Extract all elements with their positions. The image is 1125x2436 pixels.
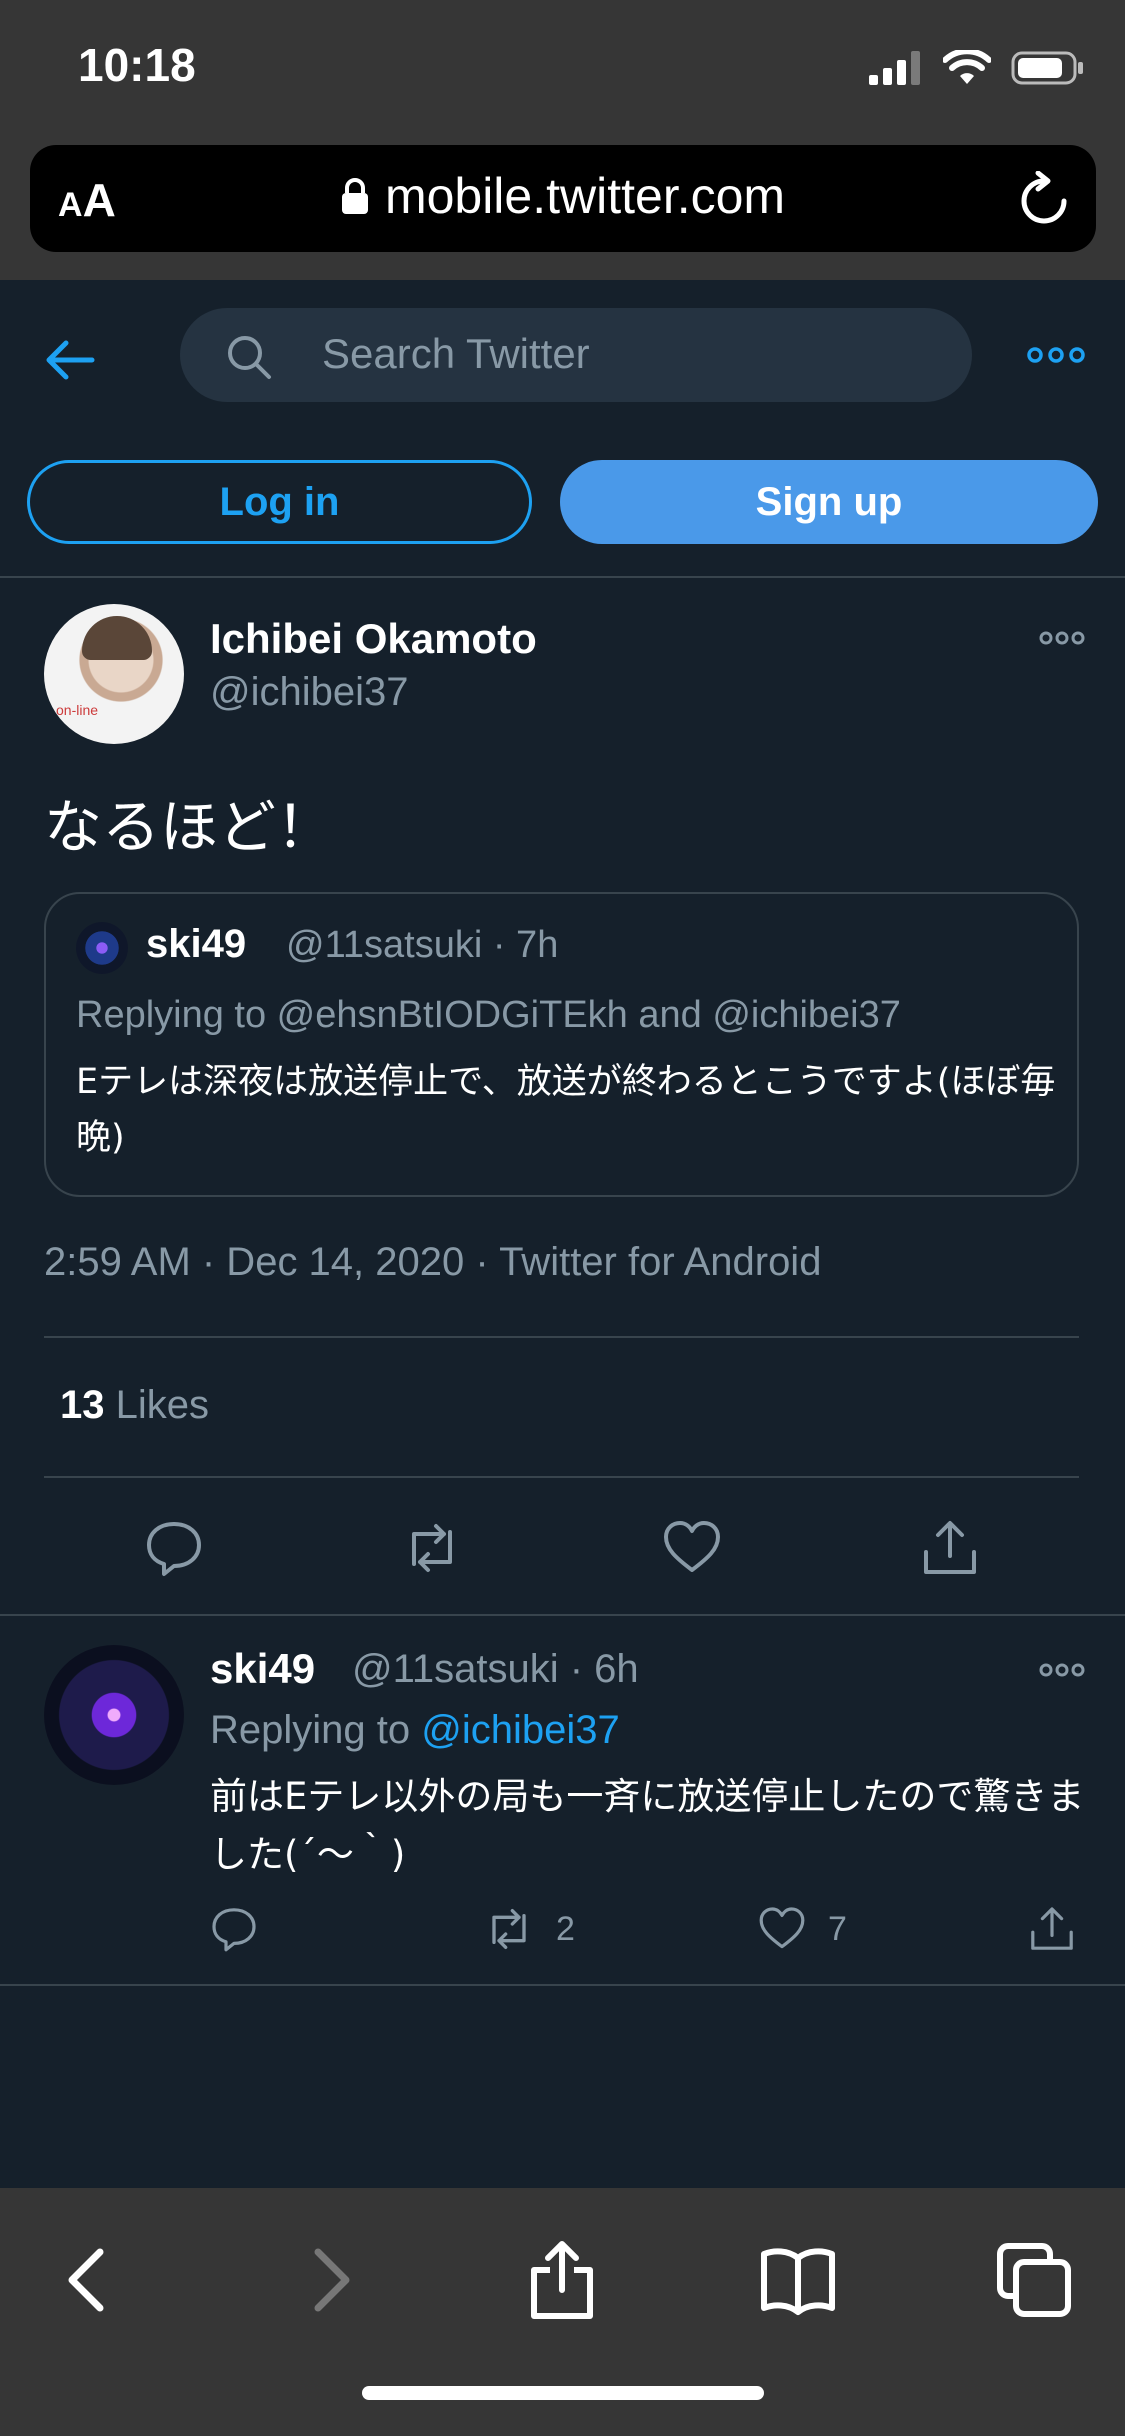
browser-forward-icon[interactable] — [290, 2240, 370, 2320]
log-in-button[interactable]: Log in — [27, 460, 532, 544]
replying-to-prefix: Replying to — [210, 1708, 411, 1752]
reply-retweet-button[interactable]: 2 — [484, 1903, 575, 1955]
sign-up-button[interactable]: Sign up — [560, 460, 1098, 544]
home-indicator[interactable] — [362, 2386, 764, 2400]
status-icons — [869, 48, 1085, 88]
like-icon — [759, 1907, 805, 1949]
back-arrow-icon[interactable] — [40, 330, 100, 390]
replying-to-handle-link[interactable]: @ichibei37 — [421, 1708, 620, 1752]
tweet-text: なるほど！ — [44, 793, 335, 861]
reload-icon[interactable] — [1018, 171, 1070, 227]
divider — [44, 1336, 1079, 1338]
url-display[interactable]: mobile.twitter.com — [30, 167, 1096, 225]
tabs-icon[interactable] — [994, 2240, 1074, 2320]
quoted-avatar — [76, 922, 128, 974]
lock-icon — [341, 178, 368, 214]
reply-more-icon[interactable] — [1039, 1662, 1085, 1678]
like-count: 7 — [828, 1909, 847, 1948]
battery-icon — [1011, 51, 1083, 85]
retweet-icon — [492, 1909, 526, 1949]
quoted-author-meta: @11satsuki · 7h — [286, 924, 559, 966]
quoted-text: Eテレは深夜は放送停止で、放送が終わるとこうですよ(ほぼ毎晩) — [76, 1062, 1056, 1158]
likes-label: Likes — [115, 1383, 210, 1427]
reply-icon — [212, 1908, 256, 1952]
quoted-replying-to: Replying to @ehsnBtIODGiTEkh and @ichibe… — [76, 994, 901, 1036]
tweet-more-icon[interactable] — [1039, 630, 1085, 646]
quoted-author-name: ski49 — [146, 922, 247, 966]
search-icon — [228, 336, 271, 379]
divider — [44, 1476, 1079, 1478]
reply-reply-button[interactable] — [210, 1903, 258, 1955]
quoted-tweet[interactable]: ski49 @11satsuki · 7h Replying to @ehsnB… — [44, 892, 1079, 1197]
browser-toolbar — [0, 2188, 1125, 2436]
browser-share-icon[interactable] — [522, 2240, 602, 2320]
reply-author-avatar[interactable] — [44, 1645, 184, 1785]
cellular-signal-icon — [869, 51, 920, 85]
author-avatar[interactable]: on-line — [44, 604, 184, 744]
divider — [0, 576, 1125, 578]
reply-text: 前はEテレ以外の局も一斉に放送停止したので驚きました(´〜｀) — [210, 1775, 1085, 1876]
search-input[interactable]: Search Twitter — [180, 308, 972, 402]
retweet-count: 2 — [556, 1909, 575, 1948]
status-time: 10:18 — [78, 39, 196, 91]
reply-icon[interactable] — [144, 1518, 204, 1578]
address-bar[interactable]: AA mobile.twitter.com — [30, 145, 1096, 252]
share-icon[interactable] — [920, 1518, 980, 1578]
more-options-icon[interactable] — [1027, 345, 1085, 365]
like-icon[interactable] — [662, 1518, 722, 1578]
retweet-icon[interactable] — [402, 1518, 462, 1578]
wifi-icon — [943, 50, 991, 84]
author-name[interactable]: Ichibei Okamoto — [210, 615, 537, 663]
reply-author-name[interactable]: ski49 — [210, 1645, 315, 1693]
status-bar: 10:18 AA mobile.twitter.com — [0, 0, 1125, 280]
reply-author-meta: @11satsuki · 6h — [352, 1647, 639, 1691]
likes-number: 13 — [60, 1383, 105, 1427]
search-placeholder: Search Twitter — [322, 330, 590, 377]
divider — [0, 1614, 1125, 1616]
twitter-header: Search Twitter Log in Sign up — [0, 280, 1125, 580]
likes-count[interactable]: 13 Likes — [60, 1383, 209, 1428]
author-handle[interactable]: @ichibei37 — [210, 670, 409, 715]
tweet-timestamp[interactable]: 2:59 AM · Dec 14, 2020 · Twitter for And… — [44, 1240, 821, 1285]
browser-back-icon[interactable] — [48, 2240, 128, 2320]
share-icon — [1031, 1907, 1073, 1950]
reply-share-button[interactable] — [1028, 1903, 1076, 1955]
divider — [0, 1984, 1125, 1986]
url-text: mobile.twitter.com — [384, 168, 786, 224]
bookmarks-icon[interactable] — [758, 2240, 838, 2320]
reply-like-button[interactable]: 7 — [758, 1903, 847, 1955]
reply-replying-to: Replying to @ichibei37 — [210, 1708, 620, 1753]
